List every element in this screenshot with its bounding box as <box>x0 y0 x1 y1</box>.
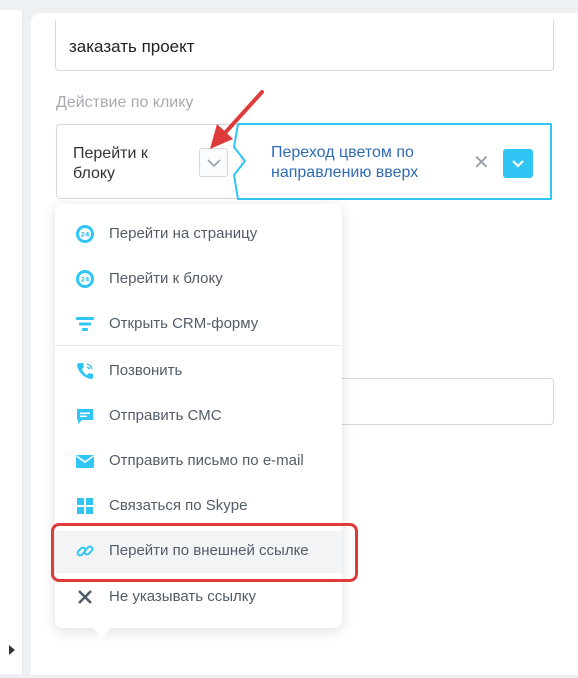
menu-item-go-to-page[interactable]: 24 Перейти на страницу <box>55 214 342 254</box>
funnel-icon <box>76 317 94 331</box>
bitrix24-cloud-icon: 24 <box>76 225 94 243</box>
menu-item-call[interactable]: Позвонить <box>55 351 342 391</box>
annotation-red-arrow <box>210 90 264 149</box>
menu-item-label: Открыть CRM-форму <box>109 315 259 332</box>
sms-icon <box>77 409 93 424</box>
close-icon <box>78 590 92 604</box>
chevron-down-icon <box>207 159 221 168</box>
menu-divider <box>55 345 342 346</box>
menu-item-go-to-block[interactable]: 24 Перейти к блоку <box>55 259 342 299</box>
phone-icon <box>77 363 93 379</box>
click-action-label: Действие по клику <box>56 94 194 111</box>
windows-grid-icon <box>77 498 93 514</box>
effect-clear-icon[interactable]: ✕ <box>473 153 490 173</box>
annotation-highlight-box <box>51 523 358 582</box>
left-sidebar-strip <box>0 10 23 674</box>
menu-item-label: Отправить СМС <box>109 407 222 424</box>
effect-value: Переход цветом по направлению вверх <box>271 144 419 181</box>
effect-select[interactable]: Переход цветом по направлению вверх ✕ <box>233 123 553 200</box>
menu-item-no-link[interactable]: Не указывать ссылку <box>55 577 342 617</box>
menu-item-open-crm-form[interactable]: Открыть CRM-форму <box>55 304 342 344</box>
menu-item-send-email[interactable]: Отправить письмо по e-mail <box>55 441 342 481</box>
svg-text:24: 24 <box>80 276 90 284</box>
button-title-input[interactable]: заказать проект <box>55 20 554 71</box>
menu-item-label: Перейти к блоку <box>109 270 223 287</box>
menu-item-label: Отправить письмо по e-mail <box>109 452 304 469</box>
effect-dropdown-button[interactable] <box>503 149 533 178</box>
click-action-value: Перейти к блоку <box>73 145 148 182</box>
menu-item-label: Связаться по Skype <box>109 497 248 514</box>
dropdown-pointer <box>92 627 112 637</box>
menu-item-send-sms[interactable]: Отправить СМС <box>55 396 342 436</box>
expand-arrow-icon[interactable] <box>9 645 15 655</box>
menu-item-skype[interactable]: Связаться по Skype <box>55 486 342 526</box>
menu-item-label: Позвонить <box>109 362 183 379</box>
chevron-down-icon <box>512 160 524 168</box>
bitrix24-cloud-icon: 24 <box>76 270 94 288</box>
svg-text:24: 24 <box>80 231 90 239</box>
menu-item-label: Не указывать ссылку <box>109 588 256 605</box>
background-input-field[interactable] <box>330 378 554 425</box>
envelope-icon <box>76 455 94 468</box>
menu-item-label: Перейти на страницу <box>109 225 258 242</box>
